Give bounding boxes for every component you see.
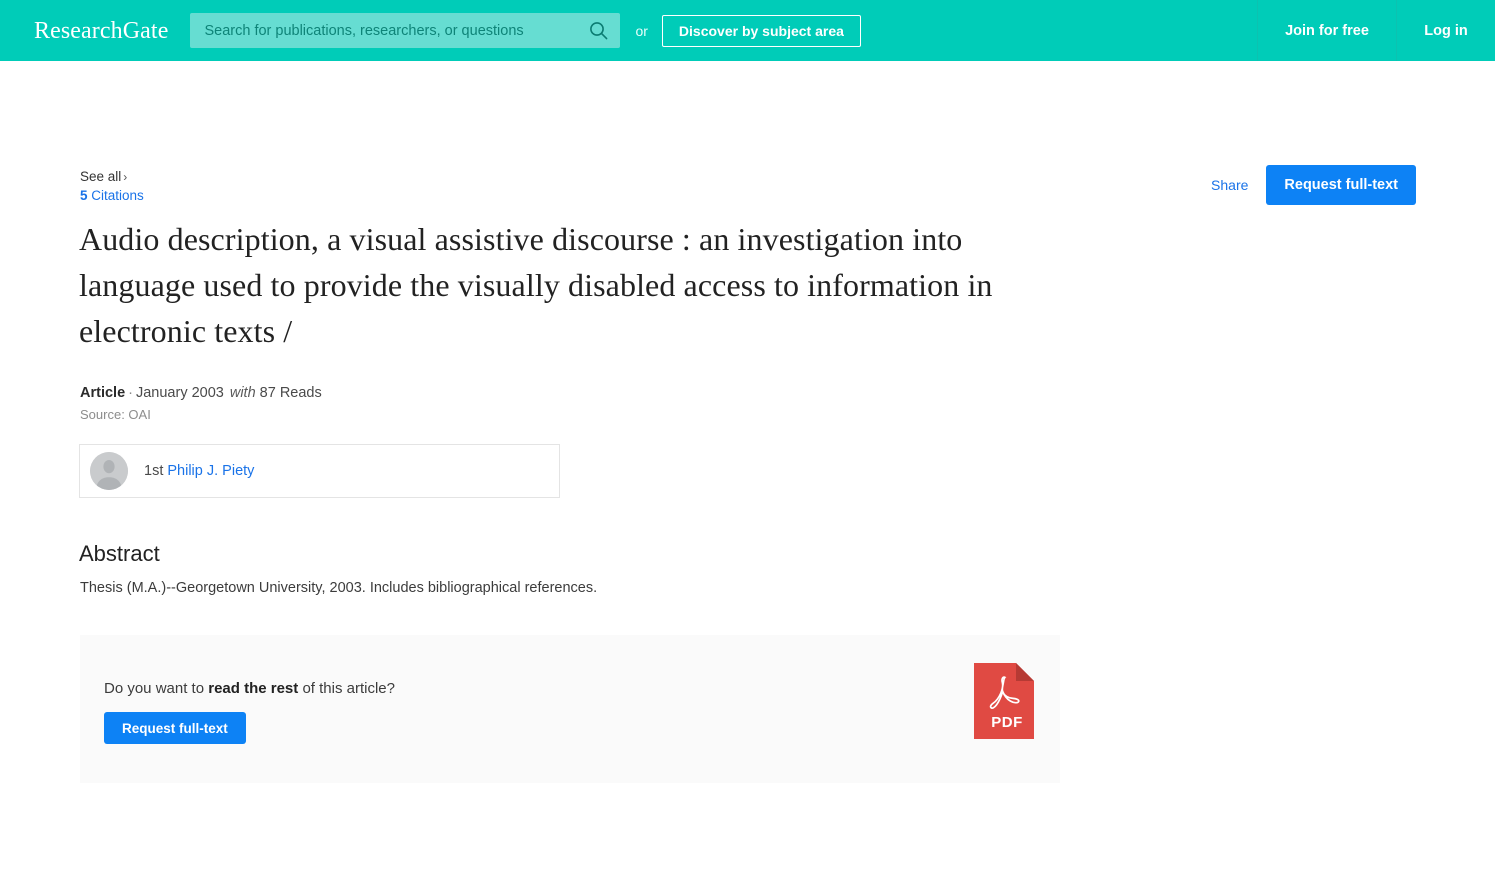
publication-type: Article xyxy=(80,385,126,401)
discover-by-subject-area-button[interactable]: Discover by subject area xyxy=(661,14,861,47)
join-for-free-button[interactable]: Join for free xyxy=(1257,0,1396,61)
search-input[interactable] xyxy=(190,13,621,48)
citations-word: Citations xyxy=(91,188,144,203)
request-full-text-button-top[interactable]: Request full-text xyxy=(1266,165,1416,205)
question-prefix: Do you want to xyxy=(104,680,209,697)
nav-right-group: Join for free Log in xyxy=(1257,0,1495,61)
citations-summary: See all › 5 Citations xyxy=(80,168,144,205)
person-avatar-icon xyxy=(90,452,128,490)
top-navigation-bar: ResearchGate or Discover by subject area… xyxy=(0,0,1495,61)
publication-actions: Share Request full-text xyxy=(1211,165,1416,205)
with-label: with xyxy=(229,385,256,401)
publication-date: January 2003 xyxy=(135,385,224,401)
author-card[interactable]: 1st Philip J. Piety xyxy=(79,444,560,498)
request-full-text-button-panel[interactable]: Request full-text xyxy=(104,712,246,744)
search-box[interactable] xyxy=(190,13,621,48)
question-emphasis: read the rest xyxy=(208,680,299,697)
citations-count-link[interactable]: 5 Citations xyxy=(80,187,144,205)
read-rest-panel: Do you want to read the rest of this art… xyxy=(80,635,1060,783)
read-rest-question: Do you want to read the rest of this art… xyxy=(104,680,395,697)
question-suffix: of this article? xyxy=(298,680,395,697)
author-rank: 1st xyxy=(144,463,164,479)
pdf-icon-text: PDF xyxy=(991,714,1023,731)
abstract-heading: Abstract xyxy=(79,541,160,566)
publication-source: Source: OAI xyxy=(80,407,151,422)
pdf-file-icon[interactable]: PDF xyxy=(974,663,1034,739)
publication-meta: Article · January 2003 with 87 Reads xyxy=(80,385,322,401)
author-name-link[interactable]: Philip J. Piety xyxy=(167,463,254,479)
author-entry: 1st Philip J. Piety xyxy=(144,463,254,479)
citations-count: 5 xyxy=(80,188,88,203)
reads-count: 87 Reads xyxy=(259,385,322,401)
meta-separator: · xyxy=(128,385,133,401)
see-all-link[interactable]: See all › xyxy=(80,168,144,186)
publication-page: See all › 5 Citations Share Request full-… xyxy=(0,61,1495,870)
share-button[interactable]: Share xyxy=(1211,177,1248,193)
or-label: or xyxy=(635,22,648,39)
see-all-label: See all xyxy=(80,169,122,184)
researchgate-logo[interactable]: ResearchGate xyxy=(34,19,168,43)
abstract-body: Thesis (M.A.)--Georgetown University, 20… xyxy=(80,580,598,596)
chevron-right-icon: › xyxy=(123,170,128,184)
page-title: Audio description, a visual assistive di… xyxy=(79,221,993,349)
log-in-button[interactable]: Log in xyxy=(1396,0,1495,61)
